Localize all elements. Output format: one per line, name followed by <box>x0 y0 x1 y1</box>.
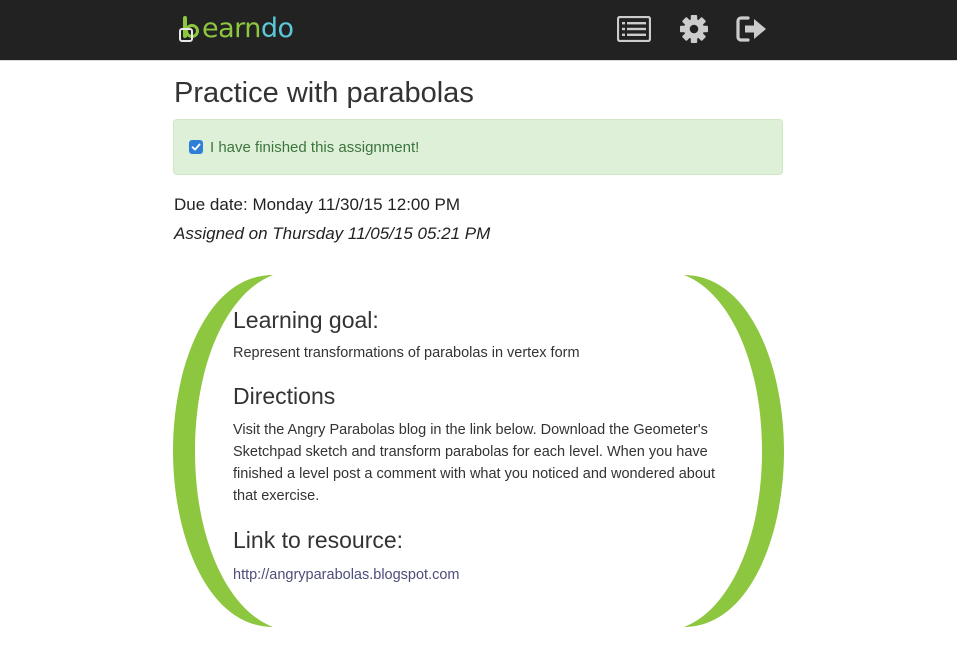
assignment-card: Learning goal: Represent transformations… <box>173 275 784 627</box>
directions-text: Visit the Angry Parabolas blog in the li… <box>233 422 716 504</box>
logo-text-do: do <box>260 12 294 44</box>
list-icon[interactable] <box>617 13 651 45</box>
learndo-logo[interactable]: earn do <box>179 8 294 48</box>
directions-heading: Directions <box>233 383 336 409</box>
finished-checkbox[interactable] <box>189 140 203 154</box>
logo-mark-icon <box>179 12 201 44</box>
sign-out-icon[interactable] <box>735 13 769 45</box>
resource-heading: Link to resource: <box>233 527 404 553</box>
navbar: earn do <box>0 0 957 61</box>
due-date: Due date: Monday 11/30/15 12:00 PM <box>174 195 461 214</box>
finished-alert: I have finished this assignment! <box>173 119 783 175</box>
learning-goal-text: Represent transformations of parabolas i… <box>233 345 580 361</box>
learning-goal-heading: Learning goal: <box>233 307 379 333</box>
finished-label[interactable]: I have finished this assignment! <box>210 139 419 156</box>
assigned-date: Assigned on Thursday 11/05/15 05:21 PM <box>174 224 491 243</box>
gear-icon[interactable] <box>677 13 711 45</box>
resource-link[interactable]: http://angryparabolas.blogspot.com <box>233 564 460 586</box>
logo-text-earn: earn <box>202 12 261 44</box>
page-title: Practice with parabolas <box>174 77 474 109</box>
